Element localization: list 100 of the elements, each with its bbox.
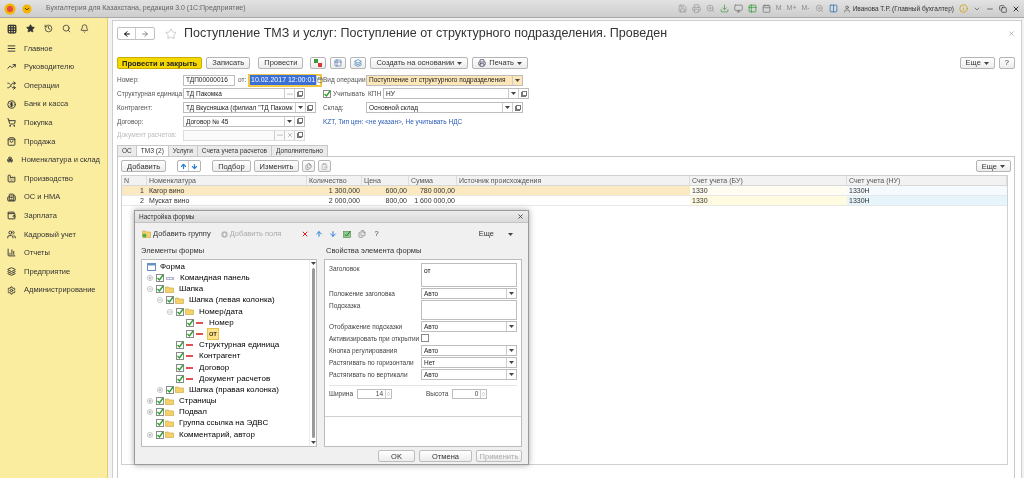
- print-icon[interactable]: [691, 4, 701, 13]
- search-icon[interactable]: [62, 24, 71, 33]
- open-button[interactable]: [294, 117, 304, 126]
- checkbox[interactable]: [323, 89, 331, 98]
- expand-icon[interactable]: [157, 386, 163, 393]
- structure-icon: [354, 59, 363, 67]
- dropdown-button[interactable]: [506, 289, 516, 299]
- checkbox[interactable]: [176, 307, 184, 316]
- tree-item[interactable]: Шапка (правая колонка): [187, 383, 281, 396]
- dropdown-button[interactable]: [506, 370, 516, 380]
- save-icon[interactable]: [677, 4, 687, 13]
- checkbox[interactable]: [156, 285, 164, 294]
- move-down-icon[interactable]: [329, 230, 338, 238]
- checkbox[interactable]: [421, 334, 429, 343]
- debit-credit-button[interactable]: [310, 57, 327, 69]
- delete-icon[interactable]: [301, 230, 310, 238]
- expand-icon[interactable]: [147, 431, 153, 438]
- clear-button[interactable]: [284, 130, 294, 140]
- dropdown-button[interactable]: [502, 103, 512, 113]
- checkbox[interactable]: [176, 341, 184, 350]
- checkbox[interactable]: [186, 318, 194, 327]
- paste-button[interactable]: [318, 160, 332, 173]
- app-logo-icon[interactable]: [4, 2, 16, 15]
- tree-item[interactable]: Шапка: [177, 283, 206, 296]
- spinner-icon[interactable]: [480, 390, 487, 399]
- close-icon[interactable]: [1012, 4, 1020, 13]
- table-icon[interactable]: [747, 4, 757, 13]
- checkbox[interactable]: [156, 419, 164, 428]
- tree-item[interactable]: Командная панель: [178, 272, 252, 285]
- dropdown-button[interactable]: [506, 322, 516, 332]
- checkbox[interactable]: [176, 374, 184, 383]
- star-icon[interactable]: [26, 24, 35, 33]
- tree-item[interactable]: от: [207, 327, 219, 340]
- grid-icon[interactable]: [7, 23, 17, 34]
- checkbox[interactable]: [186, 329, 194, 338]
- dropdown-button[interactable]: [512, 75, 522, 85]
- dropdown-button[interactable]: [506, 346, 516, 356]
- spinner-icon[interactable]: [385, 390, 392, 399]
- open-button[interactable]: [512, 103, 522, 113]
- bell-icon[interactable]: [80, 24, 89, 33]
- tree-item[interactable]: Форма: [160, 260, 185, 273]
- caret-icon: [457, 61, 463, 65]
- move-up-icon[interactable]: [315, 230, 324, 238]
- copy-icon[interactable]: [358, 230, 367, 238]
- move-up-button[interactable]: [178, 161, 190, 172]
- layers-icon: [7, 266, 16, 276]
- tree-item[interactable]: Номер/дата: [197, 305, 245, 318]
- debit-credit-icon: [314, 59, 323, 67]
- tree-item[interactable]: Группа ссылка на ЭДВС: [177, 417, 271, 430]
- scroll-up-icon: [310, 262, 316, 266]
- checkbox[interactable]: [176, 363, 184, 372]
- open-button[interactable]: [294, 130, 304, 140]
- open-button[interactable]: [518, 89, 528, 99]
- dropdown-button[interactable]: [284, 117, 294, 126]
- tree-item[interactable]: Документ расчетов: [197, 372, 273, 385]
- copy-button[interactable]: [302, 160, 316, 173]
- chevron-circle-icon[interactable]: [22, 3, 32, 14]
- tree-item[interactable]: Контрагент: [197, 350, 243, 363]
- checkbox[interactable]: [156, 430, 164, 439]
- tree-item[interactable]: Страницы: [177, 395, 219, 408]
- list-button[interactable]: [330, 57, 347, 69]
- dropdown-button[interactable]: [294, 103, 305, 113]
- dropdown-button[interactable]: [506, 358, 516, 368]
- field-icon: [196, 321, 203, 324]
- panels-icon[interactable]: [828, 4, 838, 13]
- checkbox[interactable]: [156, 274, 164, 283]
- caret-icon: [508, 232, 513, 236]
- tree-item[interactable]: Договор: [197, 361, 232, 374]
- bag-icon: [7, 136, 16, 146]
- open-icon: [296, 118, 303, 125]
- checkbox[interactable]: [176, 352, 184, 361]
- expand-icon[interactable]: [147, 275, 153, 282]
- input-field[interactable]: [183, 129, 305, 141]
- tree-item[interactable]: Номер: [207, 316, 236, 329]
- scrollbar[interactable]: [309, 260, 316, 447]
- tree-item[interactable]: Шапка (левая колонка): [187, 294, 277, 307]
- tree-item[interactable]: Комментарий, автор: [177, 428, 257, 441]
- tree-item[interactable]: Структурная единица: [197, 339, 282, 352]
- tree-item[interactable]: Подвал: [177, 406, 209, 419]
- history-icon[interactable]: [44, 24, 53, 33]
- field-icon: [186, 377, 193, 380]
- caret-icon: [515, 78, 520, 82]
- caret-icon: [509, 349, 514, 353]
- checkbox[interactable]: [166, 385, 174, 394]
- check-list-icon[interactable]: [343, 230, 353, 238]
- open-button[interactable]: [294, 89, 304, 99]
- expand-icon[interactable]: [147, 409, 153, 416]
- open-button[interactable]: [304, 103, 315, 113]
- expand-icon[interactable]: [147, 398, 153, 405]
- download-icon[interactable]: [719, 4, 729, 13]
- open-icon: [296, 90, 303, 97]
- checkbox[interactable]: [156, 408, 164, 417]
- close-icon[interactable]: [517, 213, 524, 220]
- structure-button[interactable]: [350, 57, 367, 69]
- caret-icon: [983, 61, 989, 65]
- dropdown-button[interactable]: [508, 89, 518, 99]
- restore-icon[interactable]: [999, 4, 1007, 13]
- checkbox[interactable]: [166, 296, 174, 305]
- checkbox[interactable]: [156, 397, 164, 406]
- monitor-icon[interactable]: [733, 4, 743, 13]
